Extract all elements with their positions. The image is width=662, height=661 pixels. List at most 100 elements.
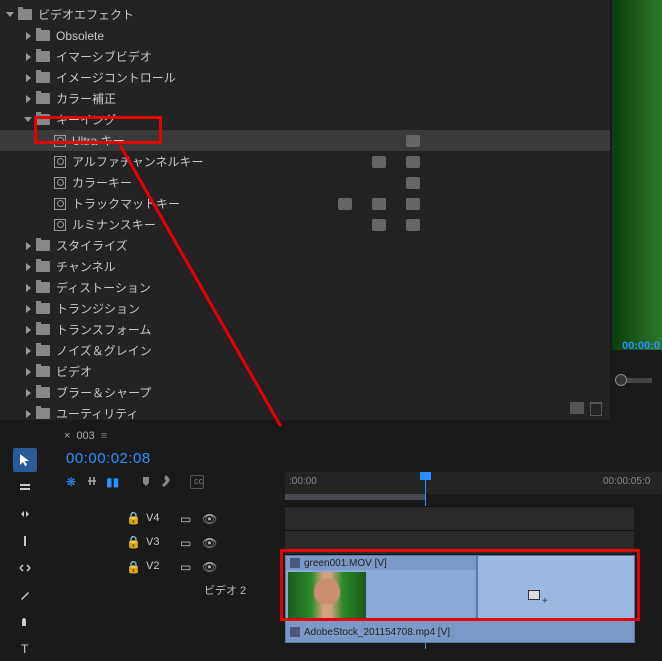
folder-icon bbox=[36, 261, 50, 272]
ripple-edit-tool[interactable] bbox=[13, 502, 37, 526]
snap-icon[interactable] bbox=[86, 475, 100, 489]
folder-label: ノイズ＆グレイン bbox=[56, 342, 152, 359]
folder-transition[interactable]: トランジション bbox=[0, 298, 610, 319]
clip-name: AdobeStock_201154708.mp4 [V] bbox=[304, 627, 450, 638]
marker-icon[interactable] bbox=[140, 475, 154, 489]
track-name: V3 bbox=[146, 536, 172, 548]
sequence-menu-icon[interactable]: ≡ bbox=[101, 430, 107, 442]
effect-luminance[interactable]: ルミナンスキー bbox=[0, 214, 610, 235]
folder-keying[interactable]: キーイング bbox=[0, 109, 610, 130]
work-area-bar[interactable] bbox=[285, 494, 425, 500]
chevron-right-icon bbox=[22, 51, 34, 63]
cc-icon[interactable]: cc bbox=[190, 475, 204, 489]
track-lane-v2[interactable]: green001.MOV [V] + bbox=[285, 554, 634, 618]
track-header-v4[interactable]: 🔒 V4 ▭ 👁 bbox=[56, 506, 284, 530]
linked-selection-icon[interactable]: ▮▮ bbox=[106, 475, 120, 489]
folder-icon bbox=[36, 30, 50, 41]
source-patch-icon[interactable]: ▭ bbox=[180, 536, 194, 548]
lock-icon[interactable]: 🔒 bbox=[126, 535, 138, 549]
folder-video-effects[interactable]: ビデオエフェクト bbox=[0, 4, 610, 25]
lock-icon[interactable]: 🔒 bbox=[126, 511, 138, 525]
fx-badge-icon[interactable] bbox=[290, 627, 300, 637]
trash-icon[interactable] bbox=[590, 402, 602, 416]
folder-channel[interactable]: チャンネル bbox=[0, 256, 610, 277]
ruler-tick: 00:00:05:0 bbox=[603, 476, 650, 487]
svg-text:T: T bbox=[21, 642, 29, 656]
zoom-knob[interactable] bbox=[615, 374, 627, 386]
effect-ultrakey[interactable]: Ultra キー bbox=[0, 130, 610, 151]
badge-icon bbox=[372, 219, 386, 231]
badges bbox=[372, 219, 420, 231]
badge-icon bbox=[338, 198, 352, 210]
folder-video[interactable]: ビデオ bbox=[0, 361, 610, 382]
folder-icon bbox=[36, 240, 50, 251]
track-lane-v3[interactable] bbox=[285, 530, 634, 554]
clip-adobestock[interactable]: AdobeStock_201154708.mp4 [V] bbox=[285, 619, 635, 643]
tool-column: T bbox=[0, 444, 50, 661]
folder-utility[interactable]: ユーティリティ bbox=[0, 403, 610, 424]
nest-icon[interactable]: ❋ bbox=[66, 475, 80, 489]
folder-label: キーイング bbox=[56, 111, 116, 128]
folder-stylize[interactable]: スタイライズ bbox=[0, 235, 610, 256]
track-header-v2[interactable]: 🔒 V2 ▭ 👁 ビデオ 2 bbox=[56, 554, 284, 618]
folder-icon bbox=[36, 114, 50, 125]
folder-label: イメージコントロール bbox=[56, 69, 176, 86]
type-tool[interactable]: T bbox=[13, 637, 37, 661]
badges bbox=[406, 135, 420, 147]
folder-icon bbox=[36, 408, 50, 419]
folder-distortion[interactable]: ディストーション bbox=[0, 277, 610, 298]
track-label: ビデオ 2 bbox=[204, 582, 246, 598]
folder-transform[interactable]: トランスフォーム bbox=[0, 319, 610, 340]
folder-noise[interactable]: ノイズ＆グレイン bbox=[0, 340, 610, 361]
eye-icon[interactable]: 👁 bbox=[202, 536, 218, 548]
badges bbox=[338, 198, 420, 210]
track-header-v3[interactable]: 🔒 V3 ▭ 👁 bbox=[56, 530, 284, 554]
folder-label: Obsolete bbox=[56, 29, 104, 43]
track-select-tool[interactable] bbox=[13, 475, 37, 499]
lock-icon[interactable]: 🔒 bbox=[126, 560, 138, 574]
chevron-right-icon bbox=[22, 408, 34, 420]
clip-green001[interactable]: green001.MOV [V] bbox=[285, 555, 477, 619]
effect-alphachannel[interactable]: アルファチャンネルキー bbox=[0, 151, 610, 172]
clip-empty-region[interactable]: + bbox=[477, 555, 635, 619]
chevron-down-icon bbox=[22, 114, 34, 126]
razor-tool[interactable] bbox=[13, 529, 37, 553]
folder-blur[interactable]: ブラー＆シャープ bbox=[0, 382, 610, 403]
folder-label: カラー補正 bbox=[56, 90, 116, 107]
playhead-timecode[interactable]: 00:00:02:08 bbox=[66, 450, 662, 467]
folder-icon bbox=[18, 9, 32, 20]
selection-tool[interactable] bbox=[13, 448, 37, 472]
source-patch-icon[interactable]: ▭ bbox=[180, 560, 194, 572]
track-lane-v1[interactable]: AdobeStock_201154708.mp4 [V] bbox=[285, 618, 634, 642]
folder-immersive[interactable]: イマーシブビデオ bbox=[0, 46, 610, 67]
folder-colorcorrect[interactable]: カラー補正 bbox=[0, 88, 610, 109]
folder-icon bbox=[36, 72, 50, 83]
effect-trackmatte[interactable]: トラックマットキー bbox=[0, 193, 610, 214]
pen-tool[interactable] bbox=[13, 583, 37, 607]
fx-badge-icon[interactable] bbox=[290, 558, 300, 568]
eye-icon[interactable]: 👁 bbox=[202, 512, 218, 524]
folder-imagecontrol[interactable]: イメージコントロール bbox=[0, 67, 610, 88]
track-name: V2 bbox=[146, 560, 172, 572]
new-bin-icon[interactable] bbox=[570, 402, 584, 414]
chevron-down-icon bbox=[4, 9, 16, 21]
hand-tool[interactable] bbox=[13, 610, 37, 634]
close-icon[interactable]: × bbox=[64, 430, 70, 442]
badge-icon bbox=[406, 219, 420, 231]
source-patch-icon[interactable]: ▭ bbox=[180, 512, 194, 524]
folder-obsolete[interactable]: Obsolete bbox=[0, 25, 610, 46]
folder-label: ビデオエフェクト bbox=[38, 6, 134, 23]
folder-label: ディストーション bbox=[56, 279, 151, 296]
time-ruler[interactable]: :00:00 00:00:05:0 bbox=[285, 472, 662, 494]
chevron-right-icon bbox=[22, 282, 34, 294]
wrench-icon[interactable] bbox=[160, 475, 174, 489]
track-lane-v4[interactable] bbox=[285, 506, 634, 530]
effect-colorkey[interactable]: カラーキー bbox=[0, 172, 610, 193]
folder-label: イマーシブビデオ bbox=[56, 48, 152, 65]
badge-icon bbox=[406, 177, 420, 189]
folder-icon bbox=[36, 93, 50, 104]
preset-icon bbox=[54, 177, 66, 189]
sequence-tab[interactable]: × 003 ≡ bbox=[56, 426, 662, 446]
slip-tool[interactable] bbox=[13, 556, 37, 580]
eye-icon[interactable]: 👁 bbox=[202, 560, 218, 572]
